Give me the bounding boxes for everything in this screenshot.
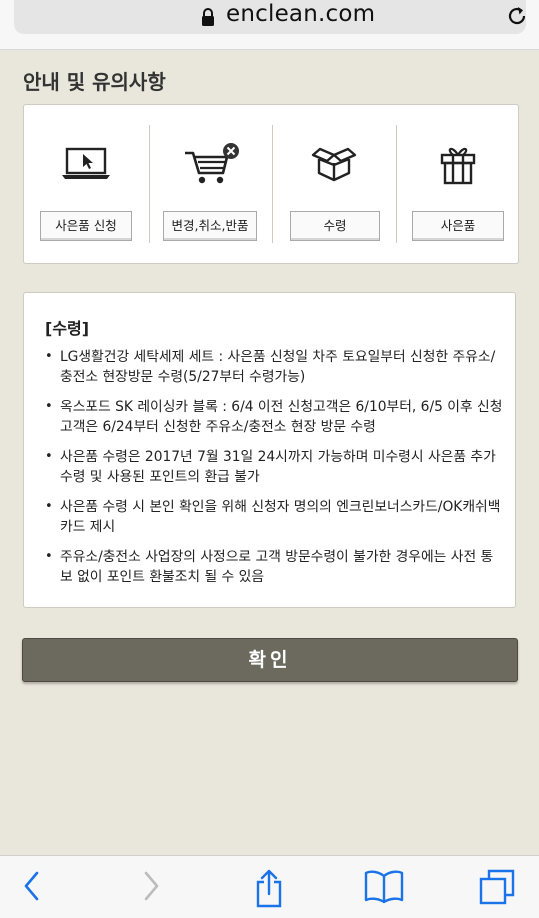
monitor-cursor-icon — [24, 143, 148, 193]
bullet: • — [45, 499, 53, 514]
list-item: • 옥스포드 SK 레이싱카 블록 : 6/4 이전 신청고객은 6/10부터,… — [44, 397, 504, 437]
bullet: • — [45, 449, 53, 464]
url-text[interactable]: enclean.com — [226, 1, 375, 27]
tabs-icon[interactable] — [478, 868, 518, 908]
confirm-button[interactable]: 확인 — [22, 638, 518, 682]
bullet: • — [45, 349, 53, 364]
notice-panel: [수령] • LG생활건강 세탁세제 세트 : 사은품 신청일 차주 토요일부터… — [23, 292, 516, 608]
reload-icon[interactable] — [505, 4, 529, 32]
menu-item-gift[interactable]: 사은품 — [396, 105, 520, 265]
notice-text: 사은품 수령 시 본인 확인을 위해 신청자 명의의 엔크린보너스카드/OK캐쉬… — [60, 499, 501, 535]
lock-icon — [200, 7, 216, 31]
menu-item-change[interactable]: 변경,취소,반품 — [149, 105, 273, 265]
menu-item-receive[interactable]: 수령 — [272, 105, 396, 265]
notice-text: LG생활건강 세탁세제 세트 : 사은품 신청일 차주 토요일부터 신청한 주유… — [60, 349, 496, 385]
list-item: • 주유소/충전소 사업장의 사정으로 고객 방문수령이 불가한 경우에는 사전… — [44, 547, 504, 587]
notice-list: • LG생활건강 세탁세제 세트 : 사은품 신청일 차주 토요일부터 신청한 … — [44, 347, 504, 597]
notice-text: 주유소/충전소 사업장의 사정으로 고객 방문수령이 불가한 경우에는 사전 통… — [60, 549, 494, 585]
browser-toolbar — [0, 855, 539, 918]
apply-gift-button[interactable]: 사은품 신청 — [40, 211, 132, 241]
browser-address-bar: enclean.com — [0, 0, 539, 50]
bookmarks-icon[interactable] — [363, 868, 404, 908]
change-cancel-return-button[interactable]: 변경,취소,반품 — [163, 211, 257, 241]
bullet: • — [45, 399, 53, 414]
list-item: • 사은품 수령은 2017년 7월 31일 24시까지 가능하며 미수령시 사… — [44, 447, 504, 487]
back-chevron-icon[interactable] — [12, 868, 52, 908]
bullet: • — [45, 549, 53, 564]
forward-chevron-icon[interactable] — [131, 868, 171, 908]
cart-remove-icon — [149, 143, 273, 193]
notice-text: 옥스포드 SK 레이싱카 블록 : 6/4 이전 신청고객은 6/10부터, 6… — [60, 399, 503, 435]
gift-button[interactable]: 사은품 — [412, 211, 504, 241]
notice-text: 사은품 수령은 2017년 7월 31일 24시까지 가능하며 미수령시 사은품… — [60, 449, 496, 485]
notice-heading: [수령] — [45, 319, 90, 338]
menu-item-apply[interactable]: 사은품 신청 — [24, 105, 148, 265]
open-box-icon — [272, 143, 396, 193]
share-icon[interactable] — [249, 868, 289, 908]
gift-icon — [396, 143, 520, 193]
receive-button[interactable]: 수령 — [290, 211, 380, 241]
url-field[interactable]: enclean.com — [14, 0, 526, 34]
list-item: • 사은품 수령 시 본인 확인을 위해 신청자 명의의 엔크린보너스카드/OK… — [44, 497, 504, 537]
menu-panel: 사은품 신청 변경,취소,반품 수령 사은품 — [23, 104, 519, 264]
page-title: 안내 및 유의사항 — [23, 70, 166, 94]
list-item: • LG생활건강 세탁세제 세트 : 사은품 신청일 차주 토요일부터 신청한 … — [44, 347, 504, 387]
